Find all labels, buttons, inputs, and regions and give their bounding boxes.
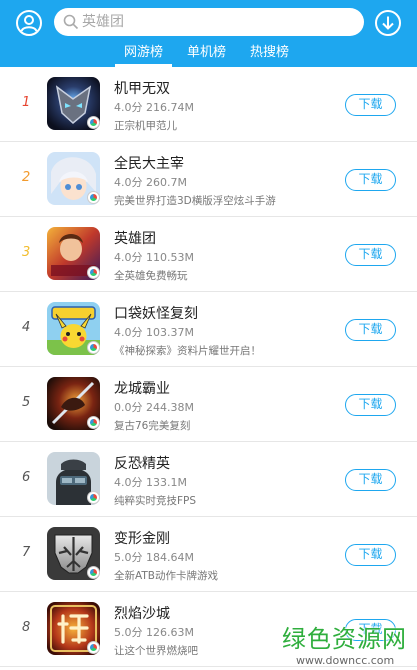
list-item[interactable]: 1 机甲无双 4.0分 216.74M 正宗机甲范儿 下载 bbox=[0, 67, 417, 142]
app-rating-size: 4.0分 103.37M bbox=[114, 326, 194, 339]
app-description: 正宗机甲范儿 bbox=[114, 120, 177, 132]
tab-single-player[interactable]: 单机榜 bbox=[178, 42, 235, 67]
app-rating-size: 0.0分 244.38M bbox=[114, 401, 194, 414]
app-name: 反恐精英 bbox=[114, 456, 170, 472]
rank-number: 8 bbox=[22, 620, 31, 635]
app-store-badge-icon bbox=[87, 341, 100, 354]
app-store-badge-icon bbox=[87, 191, 100, 204]
app-name: 变形金刚 bbox=[114, 531, 170, 547]
app-name: 英雄团 bbox=[114, 231, 156, 247]
rank-number: 3 bbox=[22, 245, 31, 260]
watermark-url: www.downcc.com bbox=[296, 654, 395, 667]
app-description: 完美世界打造3D横版浮空炫斗手游 bbox=[114, 195, 276, 207]
rank-number: 6 bbox=[22, 470, 31, 485]
app-rating-size: 4.0分 260.7M bbox=[114, 176, 187, 189]
app-rating-size: 5.0分 184.64M bbox=[114, 551, 194, 564]
list-item[interactable]: 6 反恐精英 4.0分 133.1M 纯粹实时竞技FPS 下载 bbox=[0, 442, 417, 517]
list-item[interactable]: 7 变形金刚 5.0分 184.64M 全新ATB动作卡牌游戏 下载 bbox=[0, 517, 417, 592]
search-bar[interactable] bbox=[54, 8, 364, 36]
tab-online-games[interactable]: 网游榜 bbox=[115, 42, 173, 67]
app-name: 全民大主宰 bbox=[114, 156, 184, 172]
site-watermark: 绿色资源网 www.downcc.com bbox=[282, 619, 412, 667]
list-item[interactable]: 3 英雄团 4.0分 110.53M 全英雄免费畅玩 下载 bbox=[0, 217, 417, 292]
app-description: 纯粹实时竞技FPS bbox=[114, 495, 197, 507]
app-store-badge-icon bbox=[87, 416, 100, 429]
app-store-badge-icon bbox=[87, 116, 100, 129]
app-name: 机甲无双 bbox=[114, 81, 170, 97]
app-name: 龙城霸业 bbox=[114, 381, 170, 397]
app-name: 烈焰沙城 bbox=[114, 606, 170, 622]
app-description: 复古76完美复刻 bbox=[114, 420, 191, 432]
download-button[interactable]: 下载 bbox=[345, 319, 396, 341]
app-store-badge-icon bbox=[87, 266, 100, 279]
list-item[interactable]: 2 全民大主宰 4.0分 260.7M 完美世界打造3D横版浮空炫斗手游 下载 bbox=[0, 142, 417, 217]
rank-number: 7 bbox=[22, 545, 31, 560]
tab-hot-search[interactable]: 热搜榜 bbox=[241, 42, 298, 67]
app-store-badge-icon bbox=[87, 566, 100, 579]
rank-number: 4 bbox=[22, 320, 31, 335]
download-button[interactable]: 下载 bbox=[345, 394, 396, 416]
app-rating-size: 4.0分 133.1M bbox=[114, 476, 187, 489]
app-name: 口袋妖怪复刻 bbox=[114, 306, 198, 322]
download-button[interactable]: 下载 bbox=[345, 244, 396, 266]
app-description: 让这个世界燃烧吧 bbox=[114, 645, 198, 657]
app-rating-size: 4.0分 110.53M bbox=[114, 251, 194, 264]
download-button[interactable]: 下载 bbox=[345, 544, 396, 566]
app-store-badge-icon bbox=[87, 491, 100, 504]
app-description: 全英雄免费畅玩 bbox=[114, 270, 188, 282]
user-avatar-icon[interactable] bbox=[15, 9, 43, 37]
app-rating-size: 4.0分 216.74M bbox=[114, 101, 194, 114]
app-store-badge-icon bbox=[87, 641, 100, 654]
download-button[interactable]: 下载 bbox=[345, 169, 396, 191]
rank-number: 5 bbox=[22, 395, 31, 410]
search-input[interactable] bbox=[82, 11, 352, 33]
top-bar: 网游榜 单机榜 热搜榜 bbox=[0, 0, 417, 67]
rank-number: 2 bbox=[22, 170, 31, 185]
app-description: 《神秘探索》资料片耀世开启！ bbox=[114, 345, 261, 357]
watermark-text: 绿色资源网 bbox=[282, 625, 407, 653]
list-item[interactable]: 5 龙城霸业 0.0分 244.38M 复古76完美复刻 下载 bbox=[0, 367, 417, 442]
list-item[interactable]: 4 口袋妖怪复刻 4.0分 103.37M 《神秘探索》资料片耀世开启！ 下载 bbox=[0, 292, 417, 367]
app-rating-size: 5.0分 126.63M bbox=[114, 626, 194, 639]
app-ranking-list: 1 机甲无双 4.0分 216.74M 正宗机甲范儿 下载 2 全民大主宰 4.… bbox=[0, 67, 417, 667]
ranking-tabs: 网游榜 单机榜 热搜榜 bbox=[115, 42, 304, 67]
download-manager-icon[interactable] bbox=[374, 9, 402, 37]
download-button[interactable]: 下载 bbox=[345, 469, 396, 491]
rank-number: 1 bbox=[22, 95, 31, 110]
download-button[interactable]: 下载 bbox=[345, 94, 396, 116]
app-description: 全新ATB动作卡牌游戏 bbox=[114, 570, 218, 582]
search-icon bbox=[63, 14, 79, 30]
